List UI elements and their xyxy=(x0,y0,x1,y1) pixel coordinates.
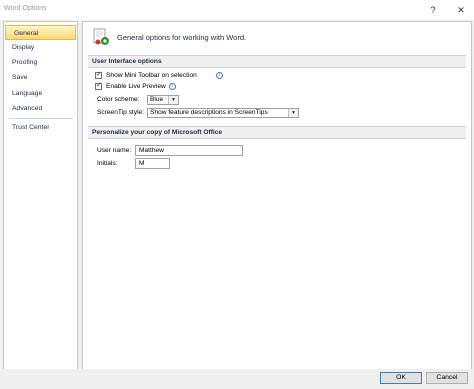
close-icon[interactable]: ✕ xyxy=(452,3,470,17)
show-mini-toolbar-checkbox[interactable] xyxy=(95,70,102,80)
chevron-down-icon: ▼ xyxy=(168,96,178,104)
screentip-style-dropdown[interactable]: Show feature descriptions in ScreenTips … xyxy=(147,108,299,118)
sidebar-item-language[interactable]: Language xyxy=(4,86,77,101)
sidebar-item-trust-center[interactable]: Trust Center xyxy=(4,120,77,135)
sidebar-item-advanced[interactable]: Advanced xyxy=(4,101,77,116)
sidebar-item-save[interactable]: Save xyxy=(4,70,77,85)
checkbox-label: Enable Live Preview xyxy=(106,83,166,90)
sidebar-divider xyxy=(9,118,73,119)
chevron-down-icon: ▼ xyxy=(288,109,298,117)
sidebar-item-display[interactable]: Display xyxy=(4,40,77,55)
section-personalize: Personalize your copy of Microsoft Offic… xyxy=(88,126,466,139)
screentip-style-label: ScreenTip style: xyxy=(97,109,145,116)
user-name-field[interactable]: Matthew xyxy=(135,145,243,156)
enable-live-preview-checkbox[interactable] xyxy=(95,81,102,91)
user-name-label: User name: xyxy=(97,147,132,154)
color-scheme-dropdown[interactable]: Blue ▼ xyxy=(147,95,179,105)
section-title: Personalize your copy of Microsoft Offic… xyxy=(92,128,223,136)
dialog-footer: OK Cancel xyxy=(0,369,474,389)
color-scheme-label: Color scheme: xyxy=(97,96,140,103)
general-options-icon xyxy=(93,28,109,45)
info-icon: i xyxy=(169,83,176,90)
selected-value: Show feature descriptions in ScreenTips xyxy=(150,109,268,116)
window-title: Word Options xyxy=(4,5,47,12)
initials-field[interactable]: M xyxy=(135,158,170,169)
info-icon: i xyxy=(216,72,223,79)
word-options-dialog: Word Options ? ✕ General Display Proofin… xyxy=(0,0,474,389)
ok-button[interactable]: OK xyxy=(380,372,422,384)
sidebar-item-general[interactable]: General xyxy=(5,25,76,40)
options-sidebar: General Display Proofing Save Language A… xyxy=(3,21,78,371)
general-options-panel: General options for working with Word. U… xyxy=(82,21,472,371)
section-title: User Interface options xyxy=(92,57,162,65)
help-icon[interactable]: ? xyxy=(424,3,442,17)
section-ui-options: User Interface options xyxy=(88,55,466,68)
initials-label: Initials: xyxy=(97,160,118,167)
title-bar: Word Options ? ✕ xyxy=(0,0,474,20)
sidebar-item-proofing[interactable]: Proofing xyxy=(4,55,77,70)
cancel-button[interactable]: Cancel xyxy=(426,372,468,384)
selected-value: Blue xyxy=(150,96,164,103)
checkbox-label: Show Mini Toolbar on selection xyxy=(106,72,197,79)
panel-header: General options for working with Word. xyxy=(117,33,247,42)
